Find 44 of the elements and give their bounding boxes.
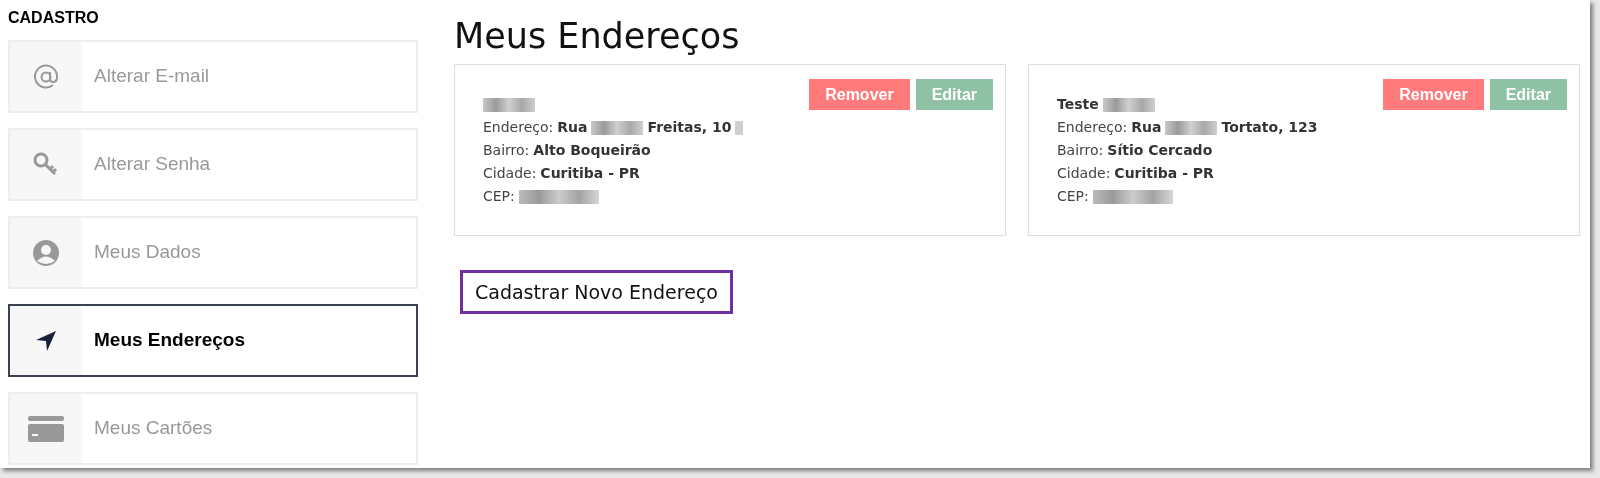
- sidebar-item[interactable]: Meus Cartões: [8, 392, 418, 465]
- credit-card-icon: [28, 415, 64, 442]
- address-value: Sítio Cercado: [1107, 141, 1213, 160]
- sidebar-item-label: Meus Cartões: [93, 416, 213, 441]
- sidebar-item-label: Meus Dados: [93, 240, 201, 265]
- address-label: Cidade:: [483, 164, 537, 183]
- remove-button[interactable]: Remover: [809, 79, 910, 110]
- blurred-text: [1165, 120, 1218, 135]
- sidebar-item[interactable]: Alterar Senha: [8, 128, 418, 201]
- sidebar-item-label: Alterar Senha: [93, 152, 211, 177]
- blurred-text: [1102, 97, 1155, 112]
- sidebar-item-label: Meus Endereços: [93, 328, 245, 353]
- address-label: Bairro:: [1057, 141, 1104, 160]
- sidebar-heading: CADASTRO: [8, 8, 100, 28]
- address-value: Alto Boqueirão: [533, 141, 651, 160]
- address-label: Bairro:: [483, 141, 530, 160]
- edit-button[interactable]: Editar: [915, 79, 993, 110]
- blurred-text: [591, 120, 644, 135]
- address-value: Teste: [1057, 95, 1099, 114]
- address-value: Curitiba - PR: [1114, 164, 1214, 183]
- address-label: Endereço:: [1057, 118, 1128, 137]
- page-title: Meus Endereços: [454, 15, 741, 58]
- new-address-button[interactable]: Cadastrar Novo Endereço: [460, 270, 733, 314]
- address-label: Cidade:: [1057, 164, 1111, 183]
- address-label: CEP:: [1057, 187, 1089, 206]
- address-value: Rua: [1131, 118, 1162, 137]
- user-icon: [32, 238, 60, 267]
- at-sign-icon: [33, 63, 59, 90]
- address-value: Curitiba - PR: [540, 164, 640, 183]
- sidebar-item[interactable]: Meus Dados: [8, 216, 418, 289]
- address-label: CEP:: [483, 187, 515, 206]
- remove-button[interactable]: Remover: [1383, 79, 1484, 110]
- sidebar-item[interactable]: Meus Endereços: [8, 304, 418, 377]
- address-label: Endereço:: [483, 118, 554, 137]
- address-value: Tortato, 123: [1221, 118, 1318, 137]
- blurred-text: [483, 97, 535, 112]
- key-icon: [33, 151, 59, 178]
- blurred-text: [735, 120, 744, 135]
- sidebar-item[interactable]: Alterar E-mail: [8, 40, 418, 113]
- address-value: Rua: [557, 118, 588, 137]
- navigation-arrow-icon: [34, 328, 58, 353]
- address-value: Freitas, 10: [647, 118, 732, 137]
- edit-button[interactable]: Editar: [1489, 79, 1567, 110]
- sidebar-item-label: Alterar E-mail: [93, 64, 210, 89]
